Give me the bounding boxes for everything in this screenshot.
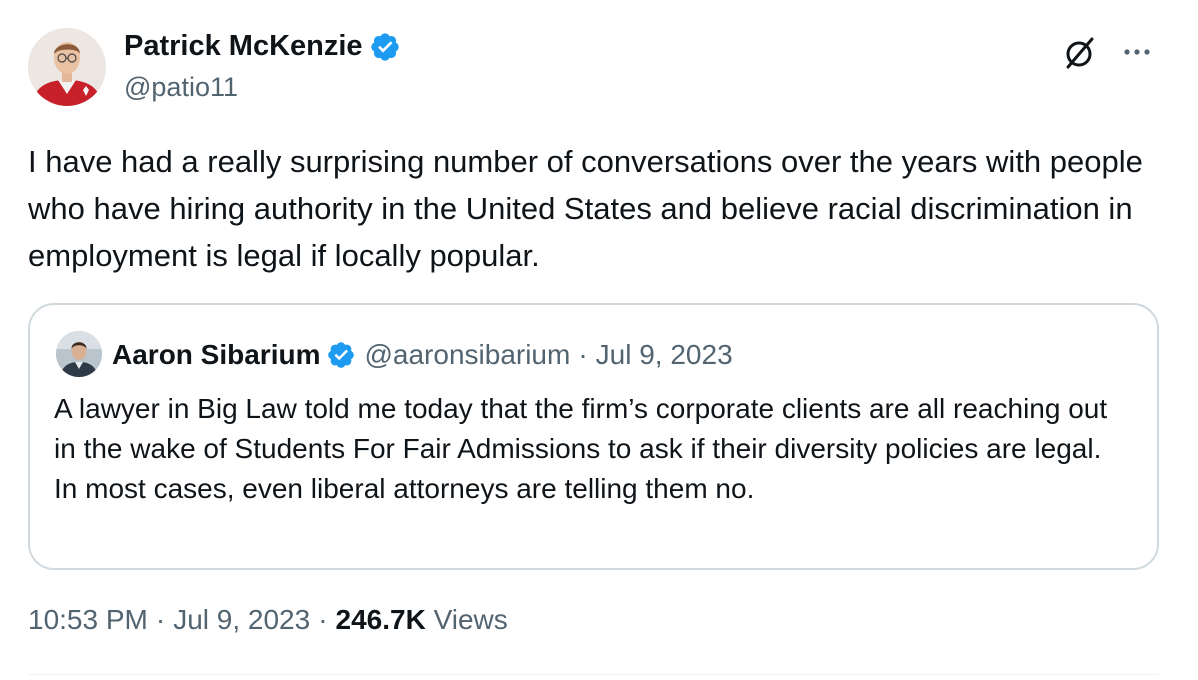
tweet-text: I have had a really surprising number of… bbox=[28, 144, 1143, 273]
quoted-author-handle: @aaronsibarium bbox=[364, 339, 571, 370]
tweet-meta: 10:53 PM · Jul 9, 2023 · 246.7K Views bbox=[28, 604, 508, 636]
views-count[interactable]: 246.7K bbox=[336, 604, 426, 635]
grok-icon[interactable] bbox=[1060, 34, 1098, 72]
verified-badge-icon[interactable] bbox=[369, 31, 401, 63]
quoted-tweet-date[interactable]: Jul 9, 2023 bbox=[596, 339, 733, 371]
quoted-tweet-card[interactable]: Aaron Sibarium @aaronsibarium · Jul 9, 2… bbox=[28, 303, 1159, 570]
views-label[interactable]: Views bbox=[434, 604, 508, 635]
quoted-author-name[interactable]: Aaron Sibarium bbox=[112, 339, 320, 371]
separator-dot: · bbox=[155, 604, 166, 635]
more-icon[interactable] bbox=[1120, 38, 1154, 66]
divider bbox=[28, 674, 1159, 675]
quoted-tweet-text: A lawyer in Big Law told me today that t… bbox=[54, 393, 1108, 504]
tweet-date[interactable]: Jul 9, 2023 bbox=[173, 604, 310, 635]
author-name-text[interactable]: Patrick McKenzie bbox=[124, 30, 363, 63]
verified-badge-icon bbox=[326, 340, 356, 370]
separator-dot: · bbox=[578, 339, 588, 370]
quoted-tweet-header: Aaron Sibarium @aaronsibarium · Jul 9, 2… bbox=[112, 335, 733, 375]
author-name[interactable]: Patrick McKenzie bbox=[124, 30, 401, 63]
tweet: Patrick McKenzie @patio11 I have had a r… bbox=[0, 0, 1198, 680]
separator-dot: · bbox=[318, 604, 328, 635]
quoted-author-avatar[interactable] bbox=[56, 331, 102, 377]
author-avatar[interactable] bbox=[28, 28, 106, 106]
tweet-time[interactable]: 10:53 PM bbox=[28, 604, 148, 635]
author-handle[interactable]: @patio11 bbox=[124, 72, 238, 103]
